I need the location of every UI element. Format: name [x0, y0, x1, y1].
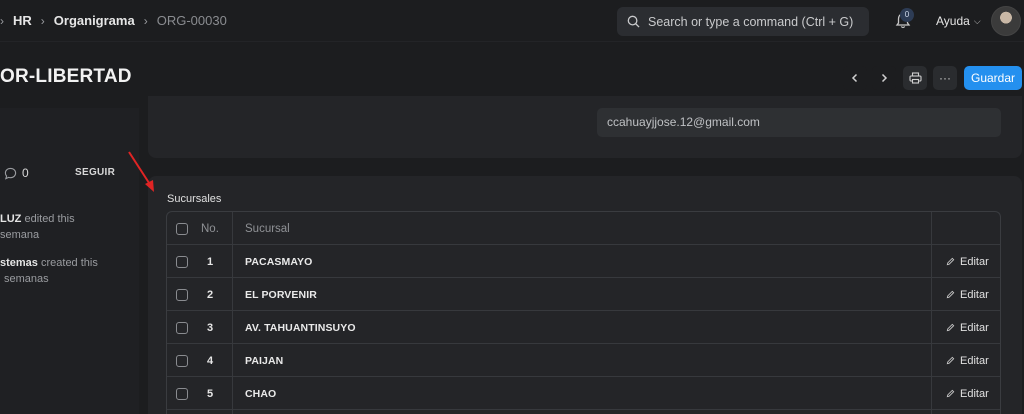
- annotation-arrow: [128, 151, 154, 192]
